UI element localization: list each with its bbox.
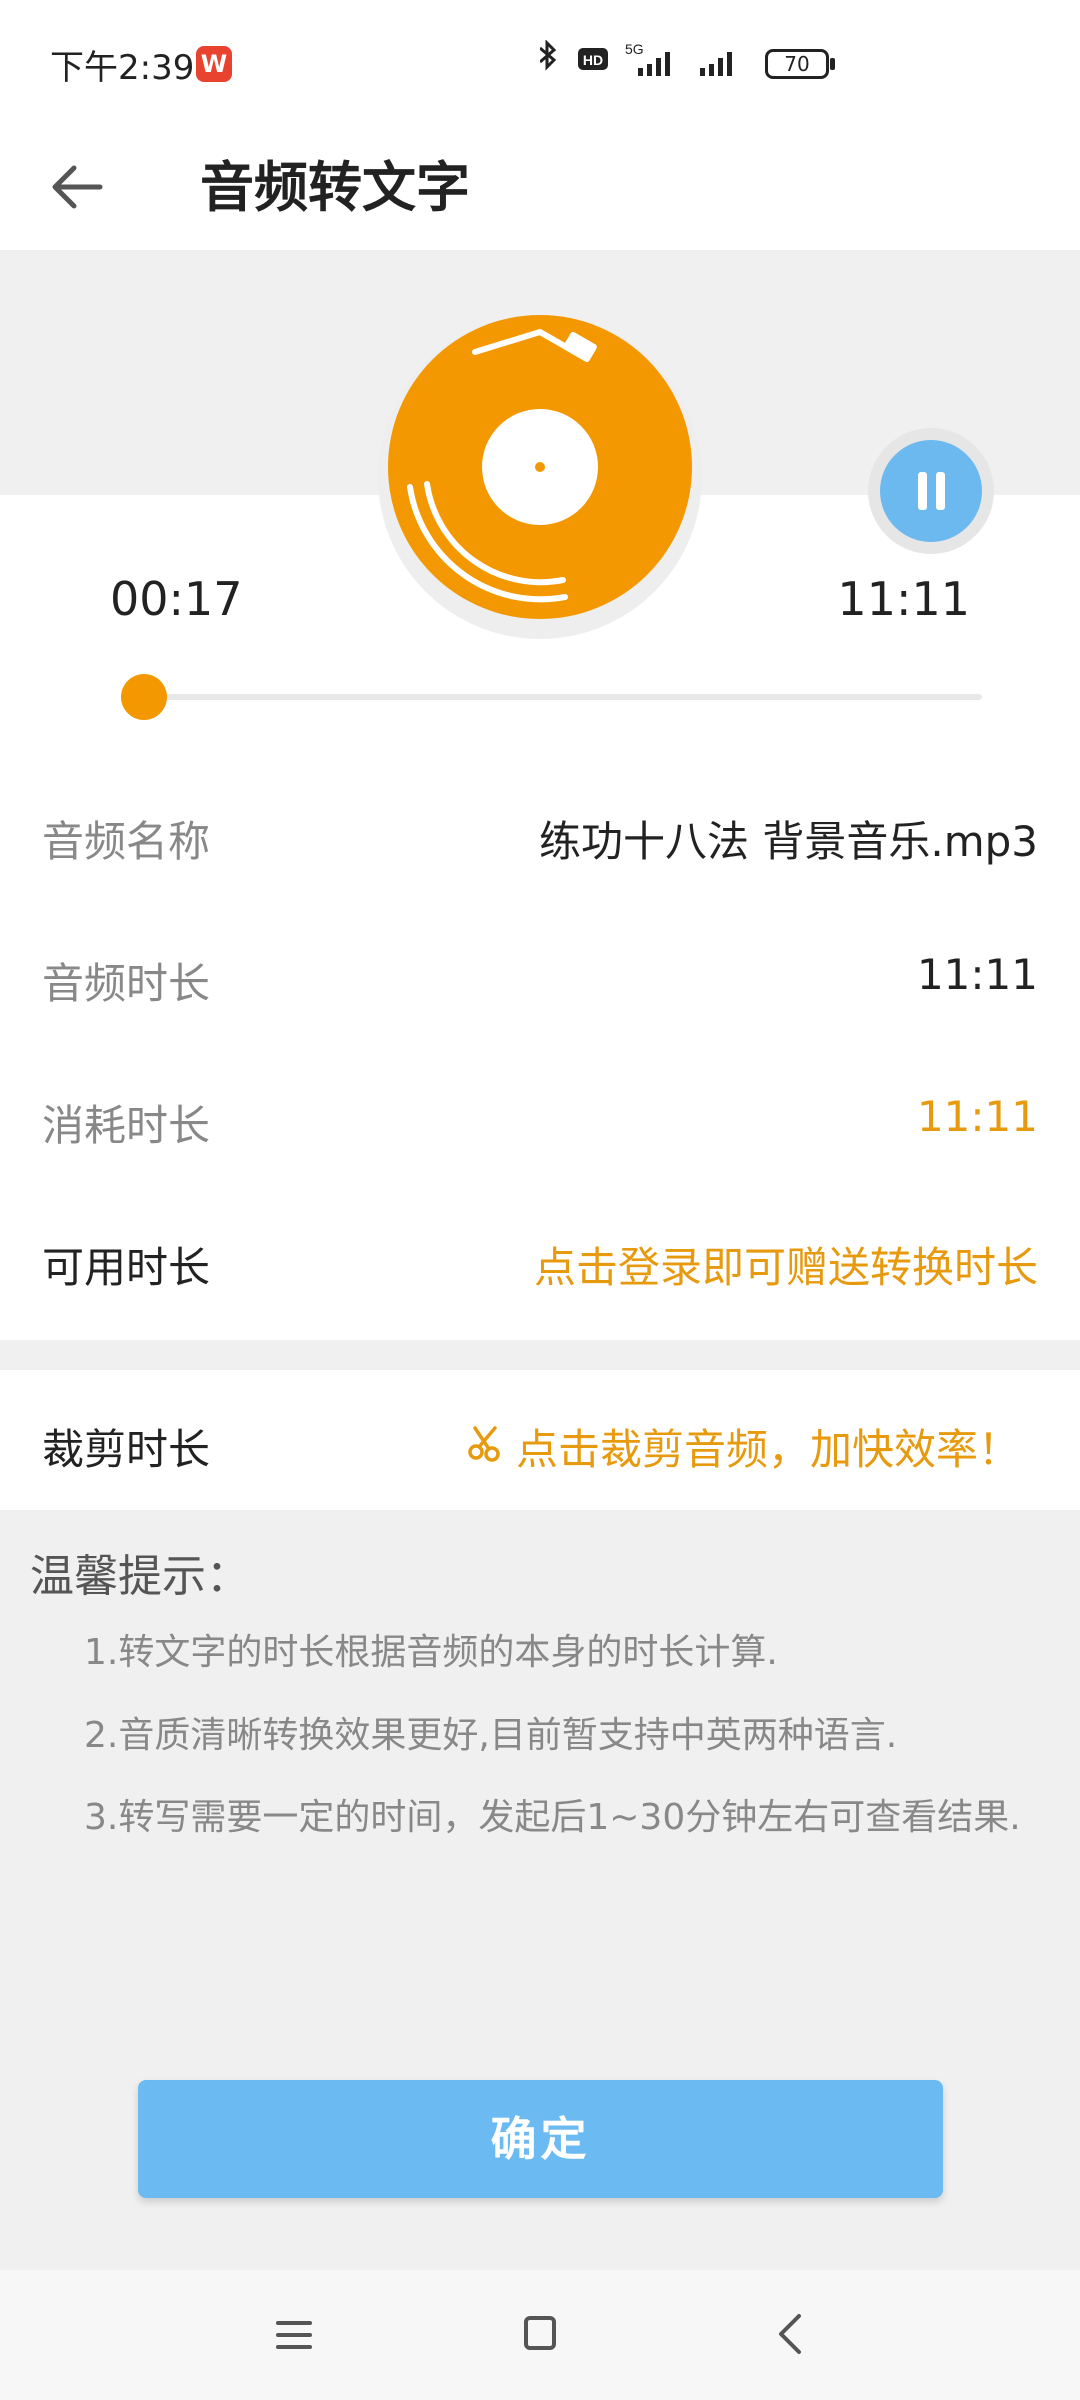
audio-duration-value: 11:11 [916, 950, 1038, 999]
system-nav-bar [0, 2270, 1080, 2400]
vinyl-disc-icon [378, 315, 702, 639]
tips-title: 温馨提示： [30, 1551, 250, 1602]
home-icon[interactable] [524, 2316, 556, 2350]
confirm-button[interactable]: 确定 [138, 2080, 943, 2198]
section-divider [0, 1340, 1080, 1370]
trim-audio-link[interactable]: 点击裁剪音频，加快效率！ [516, 1416, 1020, 1477]
current-time: 00:17 [110, 572, 243, 626]
pause-button[interactable] [880, 440, 982, 542]
login-gift-link[interactable]: 点击登录即可赠送转换时长 [534, 1234, 1038, 1295]
progress-thumb[interactable] [120, 674, 167, 720]
app-notification-icon: W [196, 46, 232, 82]
total-time: 11:11 [837, 572, 970, 626]
available-duration-row[interactable]: 可用时长 点击登录即可赠送转换时长 [0, 1186, 1080, 1328]
audio-duration-label: 音频时长 [42, 959, 211, 1008]
tip-item: 2.音质清晰转换效果更好,目前暂支持中英两种语言. [84, 1715, 898, 1756]
battery-icon: 70 [765, 49, 829, 79]
consumed-duration-row: 消耗时长 11:11 [0, 1044, 1080, 1186]
status-time: 下午2:39 [50, 48, 195, 88]
audio-info: 音频名称 练功十八法 背景音乐.mp3 音频时长 11:11 消耗时长 11:1… [0, 760, 1080, 1340]
back-arrow-icon[interactable] [40, 150, 115, 225]
tip-item: 3.转写需要一定的时间，发起后1~30分钟左右可查看结果. [84, 1797, 1021, 1838]
trim-row[interactable]: 裁剪时长 点击裁剪音频，加快效率！ [0, 1370, 1080, 1510]
tip-item: 1.转文字的时长根据音频的本身的时长计算. [84, 1632, 778, 1673]
audio-name-value: 练功十八法 背景音乐.mp3 [539, 817, 1038, 866]
bluetooth-icon [540, 40, 557, 71]
scissors-icon [468, 1426, 500, 1462]
available-duration-label: 可用时长 [42, 1243, 211, 1292]
page-title: 音频转文字 [200, 156, 470, 219]
svg-text:5G: 5G [625, 41, 644, 57]
trim-label: 裁剪时长 [42, 1425, 211, 1474]
header: 音频转文字 [0, 125, 1080, 250]
status-bar: 下午2:39 W HD 5G 70 [0, 0, 1080, 125]
nav-back-icon[interactable] [775, 2312, 805, 2356]
svg-text:HD: HD [583, 52, 603, 68]
consumed-duration-label: 消耗时长 [42, 1101, 211, 1150]
menu-icon[interactable] [276, 2317, 312, 2353]
audio-duration-row: 音频时长 11:11 [0, 902, 1080, 1044]
audio-name-label: 音频名称 [42, 817, 211, 866]
consumed-duration-value: 11:11 [916, 1092, 1038, 1141]
battery-tip [830, 58, 835, 70]
audio-name-row: 音频名称 练功十八法 背景音乐.mp3 [0, 760, 1080, 902]
progress-track[interactable] [122, 694, 982, 700]
signal-2-icon [700, 52, 732, 76]
